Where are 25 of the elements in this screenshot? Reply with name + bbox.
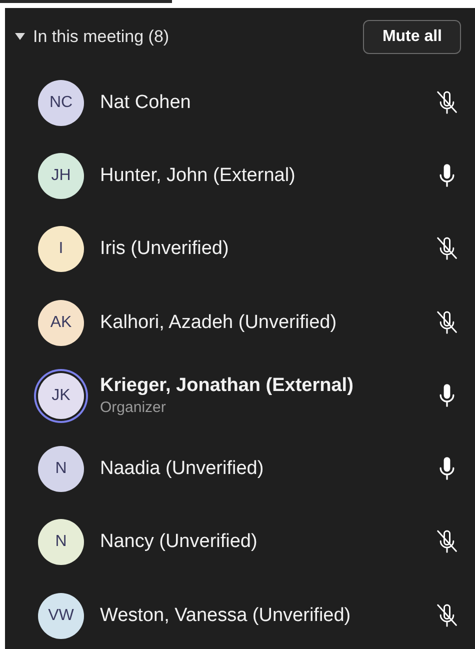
avatar-initials: N: [55, 533, 67, 552]
caret-icon: [15, 33, 25, 41]
participant-name: Weston, Vanessa (Unverified): [100, 604, 352, 627]
muted-microphone-icon[interactable]: [436, 602, 458, 629]
participant-name: Kalhori, Azadeh (Unverified): [100, 312, 338, 334]
mute-all-button[interactable]: Mute all: [363, 20, 461, 54]
participant-role: Organizer: [100, 399, 167, 416]
muted-microphone-icon[interactable]: [436, 529, 458, 556]
participant-name: Nancy (Unverified): [100, 531, 258, 554]
avatar-initials: AK: [50, 314, 72, 332]
avatar-initials: JK: [52, 386, 70, 405]
muted-microphone-icon[interactable]: [436, 236, 458, 262]
avatar-initials: I: [58, 240, 64, 258]
participant-name: Hunter, John (External): [100, 164, 296, 187]
participant-name: Iris (Unverified): [100, 238, 230, 260]
avatar-initials: JH: [51, 166, 71, 185]
muted-microphone-icon[interactable]: [436, 310, 458, 336]
participant-name: Krieger, Jonathan (External): [100, 375, 354, 398]
avatar-initials: VW: [48, 606, 74, 625]
participant-name: Nat Cohen: [100, 92, 192, 114]
muted-microphone-icon[interactable]: [436, 90, 458, 116]
section-toggle[interactable]: In this meeting (8): [15, 27, 170, 47]
participant-name: Naadia (Unverified): [100, 458, 265, 480]
avatar-initials: N: [55, 460, 67, 478]
avatar-initials: NC: [49, 94, 73, 112]
